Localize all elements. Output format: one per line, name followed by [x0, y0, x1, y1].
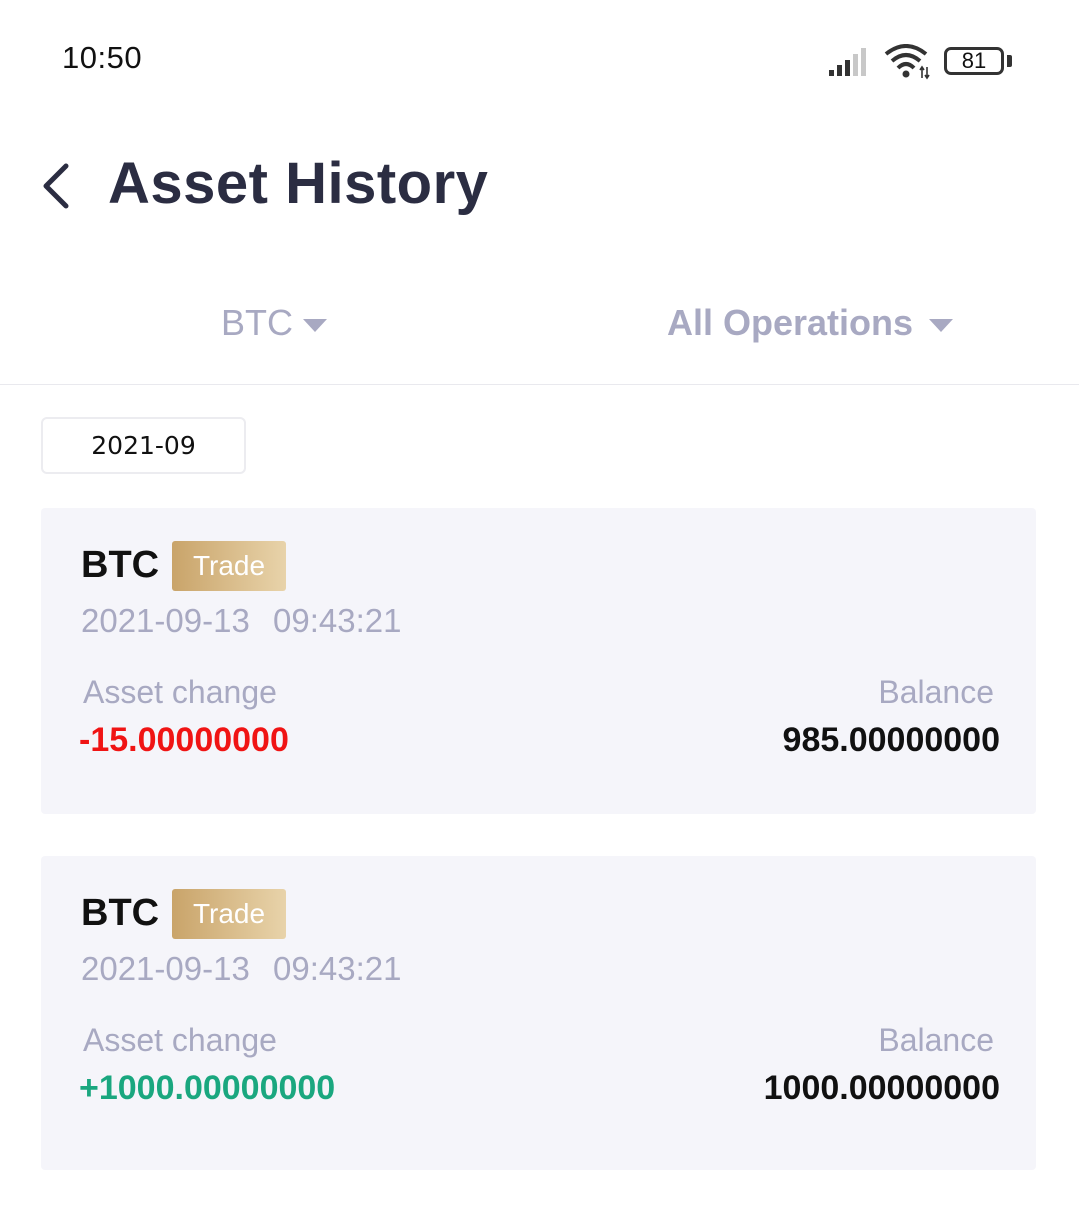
filter-bar: BTC All Operations — [0, 280, 1079, 385]
month-selector[interactable]: 2021-09 — [41, 417, 246, 474]
history-record[interactable]: BTC Trade 2021-09-13 09:43:21 Asset chan… — [41, 856, 1036, 1170]
battery-cap — [1007, 55, 1012, 67]
record-time: 09:43:21 — [272, 950, 402, 987]
caret-down-icon — [929, 318, 954, 332]
back-button[interactable] — [38, 160, 78, 212]
wifi-icon — [884, 44, 930, 80]
status-bar: 10:50 81 — [0, 0, 1079, 110]
coin-filter-label: BTC — [221, 302, 293, 343]
record-date: 2021-09-13 — [81, 950, 250, 987]
balance-value: 985.00000000 — [782, 721, 1000, 759]
caret-down-icon — [303, 318, 327, 332]
record-timestamp: 2021-09-13 09:43:21 — [81, 950, 401, 988]
record-coin: BTC — [81, 544, 160, 586]
record-time: 09:43:21 — [272, 602, 402, 639]
record-type-badge: Trade — [172, 889, 286, 939]
battery-level: 81 — [961, 48, 987, 73]
asset-change-label: Asset change — [83, 1022, 277, 1058]
record-type-badge: Trade — [172, 541, 286, 591]
battery-icon: 81 — [944, 47, 1004, 75]
back-chevron-icon — [43, 163, 69, 209]
coin-filter-dropdown[interactable]: BTC — [221, 302, 327, 344]
asset-change-value: +1000.00000000 — [79, 1069, 336, 1107]
record-timestamp: 2021-09-13 09:43:21 — [81, 602, 401, 640]
record-coin: BTC — [81, 892, 160, 934]
balance-label: Balance — [878, 674, 994, 710]
page-title: Asset History — [108, 151, 489, 216]
signal-icon — [829, 48, 866, 76]
operation-filter-dropdown[interactable]: All Operations — [667, 302, 954, 344]
balance-value: 1000.00000000 — [763, 1069, 1000, 1107]
history-record[interactable]: BTC Trade 2021-09-13 09:43:21 Asset chan… — [41, 508, 1036, 814]
status-time: 10:50 — [62, 40, 143, 75]
balance-label: Balance — [878, 1022, 994, 1058]
asset-change-label: Asset change — [83, 674, 277, 710]
asset-change-value: -15.00000000 — [79, 721, 289, 759]
record-date: 2021-09-13 — [81, 602, 250, 639]
operation-filter-label: All Operations — [667, 302, 914, 343]
